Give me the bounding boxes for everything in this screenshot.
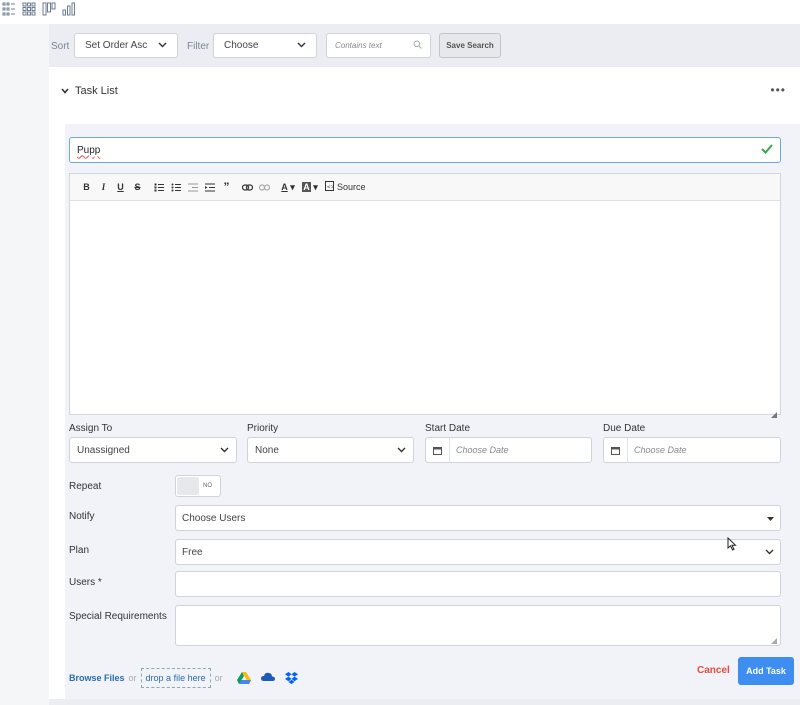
search-icon (413, 40, 422, 51)
drop-zone[interactable]: drop a file here (140, 668, 211, 688)
contains-text-placeholder: Contains text (335, 41, 382, 50)
task-form: Pupp B I U S ” A ▾ A ▾ <> Source Assign … (65, 124, 800, 699)
mouse-cursor-icon (727, 536, 737, 551)
more-options-icon[interactable]: ••• (770, 83, 786, 97)
priority-select[interactable]: None (247, 437, 414, 463)
caret-down-icon (767, 513, 774, 524)
start-date-placeholder: Choose Date (456, 445, 509, 455)
repeat-toggle[interactable]: NO (175, 475, 221, 497)
notify-label: Notify (69, 511, 95, 522)
or-text: or (128, 673, 137, 683)
sort-label: Sort (51, 41, 70, 52)
chevron-down-icon (397, 445, 406, 456)
editor-toolbar: B I U S ” A ▾ A ▾ <> Source (70, 174, 780, 201)
save-search-button[interactable]: Save Search (439, 33, 501, 58)
chevron-down-icon (297, 40, 306, 51)
description-editor[interactable]: B I U S ” A ▾ A ▾ <> Source (69, 173, 781, 418)
grid-view-icon[interactable] (22, 2, 36, 16)
cancel-button[interactable]: Cancel (697, 665, 730, 676)
board-view-icon[interactable] (42, 2, 56, 16)
list-view-icon[interactable] (2, 2, 16, 16)
browse-files-link[interactable]: Browse Files (69, 673, 125, 683)
task-list-panel: Task List ••• Pupp B I U S ” A ▾ A ▾ <> … (49, 67, 800, 699)
assign-to-value: Unassigned (77, 444, 130, 456)
panel-header[interactable]: Task List (61, 85, 118, 97)
unlink-icon[interactable] (256, 178, 273, 196)
top-toolbar (0, 0, 800, 24)
svg-text:<>: <> (327, 185, 334, 191)
filter-select[interactable]: Choose (213, 33, 317, 58)
text-color-icon[interactable]: A ▾ (277, 178, 299, 196)
filter-label: Filter (187, 41, 210, 52)
sort-value: Set Order Asc (85, 40, 148, 51)
google-drive-icon[interactable] (236, 672, 251, 684)
notify-value: Choose Users (182, 512, 246, 524)
chevron-down-icon (61, 85, 69, 97)
search-bar: Sort Set Order Asc Filter Choose Contain… (49, 24, 800, 67)
users-label: Users * (69, 577, 102, 588)
sort-select[interactable]: Set Order Asc (74, 33, 178, 58)
plan-value: Free (182, 546, 203, 558)
start-date-label: Start Date (425, 423, 471, 434)
assign-to-select[interactable]: Unassigned (69, 437, 237, 463)
task-title-input[interactable]: Pupp (69, 137, 781, 163)
italic-icon[interactable]: I (95, 178, 112, 196)
bullet-list-icon[interactable] (167, 178, 184, 196)
add-task-button[interactable]: Add Task (738, 657, 794, 685)
blockquote-icon[interactable]: ” (218, 178, 235, 196)
resize-handle-icon[interactable] (771, 405, 777, 418)
special-requirements-textarea[interactable] (175, 605, 781, 646)
users-input[interactable] (175, 571, 781, 597)
filter-value: Choose (224, 40, 259, 51)
priority-value: None (255, 444, 279, 456)
repeat-state: NO (203, 483, 212, 489)
outdent-icon[interactable] (184, 178, 201, 196)
calendar-icon (604, 438, 628, 462)
strikethrough-icon[interactable]: S (129, 178, 146, 196)
calendar-icon (426, 438, 450, 462)
indent-icon[interactable] (201, 178, 218, 196)
or-text: or (214, 673, 223, 683)
chart-view-icon[interactable] (62, 2, 76, 16)
background-color-icon[interactable]: A ▾ (299, 178, 321, 196)
assign-to-label: Assign To (69, 423, 113, 434)
source-button[interactable]: <> Source (325, 178, 366, 196)
source-label: Source (337, 182, 366, 192)
plan-select[interactable]: Free (175, 539, 781, 565)
numbered-list-icon[interactable] (150, 178, 167, 196)
link-icon[interactable] (239, 178, 256, 196)
chevron-down-icon (765, 547, 774, 558)
resize-handle-icon[interactable] (771, 636, 777, 644)
underline-icon[interactable]: U (112, 178, 129, 196)
left-gutter (0, 24, 49, 705)
source-icon: <> (325, 181, 335, 193)
panel-title: Task List (75, 85, 118, 97)
task-title-value: Pupp (77, 144, 101, 156)
chevron-down-icon (158, 40, 167, 51)
priority-label: Priority (247, 423, 279, 434)
due-date-label: Due Date (603, 423, 646, 434)
plan-label: Plan (69, 545, 90, 556)
bold-icon[interactable]: B (78, 178, 95, 196)
notify-select[interactable]: Choose Users (175, 505, 781, 531)
view-switcher (2, 2, 76, 16)
contains-text-input[interactable]: Contains text (326, 33, 431, 58)
attachment-row: Browse Files or drop a file here or (69, 668, 299, 688)
repeat-label: Repeat (69, 481, 102, 492)
dropbox-icon[interactable] (284, 672, 299, 684)
due-date-input[interactable]: Choose Date (603, 437, 781, 463)
special-requirements-label: Special Requirements (69, 611, 167, 622)
start-date-input[interactable]: Choose Date (425, 437, 592, 463)
chevron-down-icon (220, 445, 229, 456)
onedrive-icon[interactable] (260, 672, 275, 684)
checkmark-icon (760, 142, 774, 156)
due-date-placeholder: Choose Date (634, 445, 687, 455)
toggle-knob (177, 477, 199, 495)
